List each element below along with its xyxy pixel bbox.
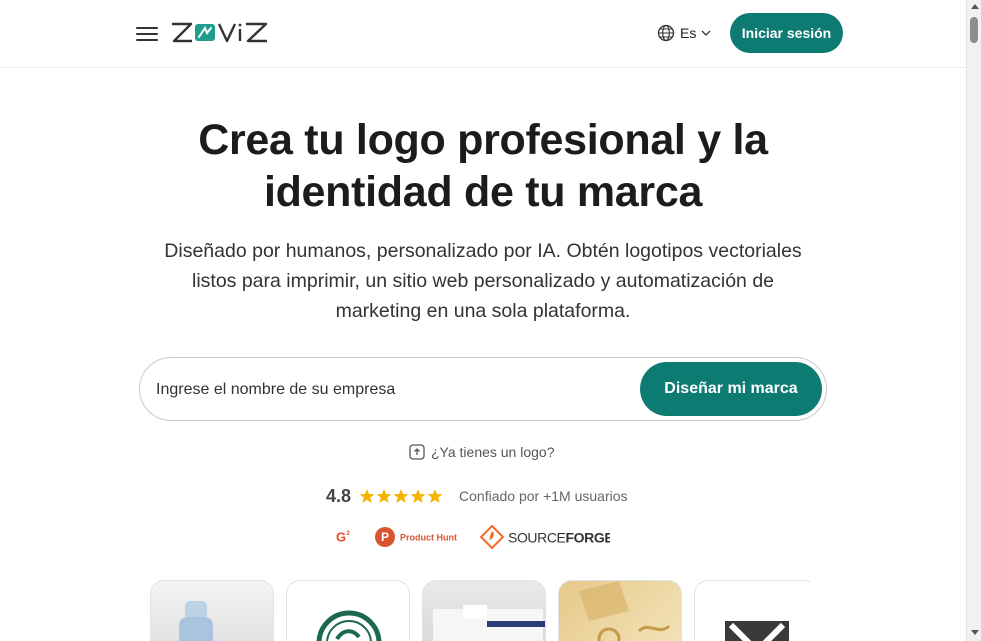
gold-pattern-mockup-card[interactable]: [558, 580, 682, 641]
zoviz-logo[interactable]: [171, 20, 269, 46]
svg-text:Product Hunt: Product Hunt: [400, 533, 457, 543]
design-brand-button[interactable]: Diseñar mi marca: [640, 362, 822, 416]
scroll-down-arrow-icon[interactable]: [971, 630, 979, 635]
trust-text: Confiado por +1M usuarios: [459, 488, 628, 504]
rating-score: 4.8: [326, 485, 352, 506]
page-scrollbar[interactable]: [966, 0, 981, 641]
bottle-mockup-card[interactable]: [150, 580, 274, 641]
svg-text:P: P: [381, 530, 389, 544]
have-logo-link[interactable]: ¿Ya tienes un logo?: [408, 441, 555, 463]
scroll-thumb[interactable]: [970, 17, 978, 43]
hero-subtitle: Diseñado por humanos, personalizado por …: [164, 240, 802, 322]
svg-text:SOURCEFORGE: SOURCEFORGE: [508, 530, 610, 546]
rating-stars: [359, 488, 443, 504]
product-hunt-logo[interactable]: P Product Hunt: [374, 526, 464, 548]
g2-logo[interactable]: G 2: [330, 526, 352, 548]
have-logo-label: ¿Ya tienes un logo?: [431, 444, 555, 460]
m-monogram-mockup-card[interactable]: [694, 580, 810, 641]
star-icon: [376, 489, 392, 503]
language-selector[interactable]: Es: [657, 22, 711, 44]
star-icon: [427, 489, 443, 503]
signin-button[interactable]: Iniciar sesión: [730, 13, 843, 53]
upload-icon: [409, 444, 425, 460]
site-header: Es Iniciar sesión: [0, 0, 966, 68]
brand-search-bar: Diseñar mi marca: [139, 357, 827, 421]
review-badges: G 2 P Product Hunt SOURCEFORGE: [330, 524, 610, 550]
stationery-mockup-card[interactable]: [422, 580, 546, 641]
company-name-input[interactable]: [156, 374, 626, 406]
rating-row: 4.8 Confiado por +1M usuarios: [326, 484, 628, 508]
star-icon: [393, 489, 409, 503]
star-icon: [359, 489, 375, 503]
hamburger-menu-icon[interactable]: [136, 24, 158, 42]
hero-title: Crea tu logo profesional y la identidad …: [198, 116, 768, 216]
chevron-down-icon: [701, 30, 711, 36]
sourceforge-logo[interactable]: SOURCEFORGE: [480, 525, 610, 549]
green-emblem-mockup-card[interactable]: [286, 580, 410, 641]
mockup-carousel: [150, 580, 810, 641]
globe-icon: [657, 24, 675, 42]
svg-text:G: G: [336, 530, 346, 545]
language-label: Es: [680, 25, 697, 41]
star-icon: [410, 489, 426, 503]
scroll-up-arrow-icon[interactable]: [971, 4, 979, 9]
